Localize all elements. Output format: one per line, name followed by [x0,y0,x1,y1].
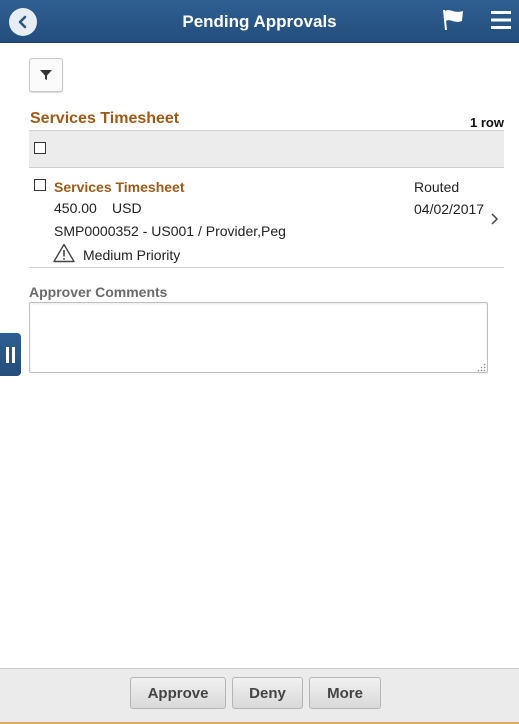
row-count: 1 row [470,115,504,130]
side-panel-toggle[interactable] [0,333,21,376]
item-status: Routed [414,179,460,195]
item-title[interactable]: Services Timesheet [54,179,185,195]
header-bar: Pending Approvals [0,0,519,43]
flag-icon[interactable] [441,8,467,32]
filter-button[interactable] [29,58,63,92]
select-all-bar [29,130,504,168]
item-checkbox[interactable] [34,179,46,191]
footer-bar: Approve Deny More [0,668,519,724]
item-reference: SMP0000352 - US001 / Provider,Peg [54,223,286,239]
warning-icon [53,243,75,263]
approver-comments-field[interactable] [29,302,488,373]
item-priority: Medium Priority [83,247,181,263]
section-title: Services Timesheet [30,110,180,127]
chevron-right-icon[interactable] [490,212,500,226]
resize-grip-icon[interactable] [477,363,486,372]
item-amount: 450.00 [54,200,97,216]
filter-icon [40,70,52,80]
select-all-checkbox[interactable] [34,142,46,154]
pause-bars-icon [5,346,15,363]
more-button[interactable]: More [309,677,381,709]
item-currency: USD [112,200,142,216]
deny-button[interactable]: Deny [232,677,303,709]
hamburger-menu-icon[interactable] [491,10,511,30]
item-date: 04/02/2017 [414,201,485,217]
approver-comments-label: Approver Comments [29,284,168,300]
list-item[interactable]: Services Timesheet 450.00 USD SMP0000352… [29,167,504,268]
approve-button[interactable]: Approve [130,677,226,709]
